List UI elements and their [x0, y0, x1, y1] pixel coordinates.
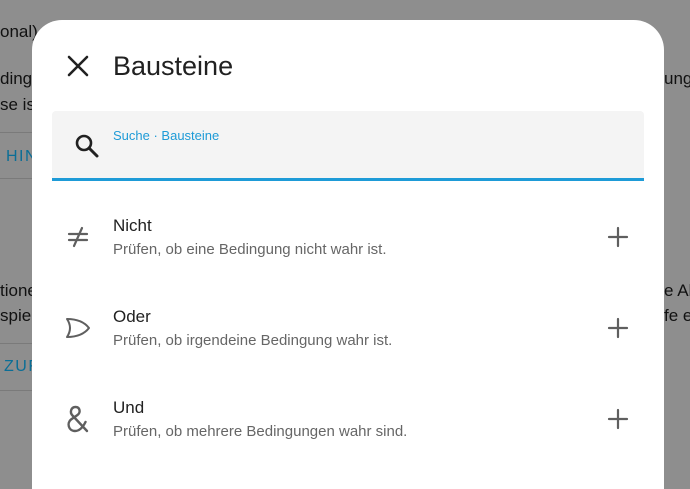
search-label: Suche · Bausteine — [113, 128, 220, 143]
plus-icon — [607, 226, 629, 248]
background-divider — [0, 178, 32, 179]
list-item-nicht[interactable]: Nicht Prüfen, ob eine Bedingung nicht wa… — [32, 191, 664, 282]
list-item-description: Prüfen, ob eine Bedingung nicht wahr ist… — [113, 241, 387, 258]
building-block-list: Nicht Prüfen, ob eine Bedingung nicht wa… — [32, 191, 664, 464]
add-button[interactable] — [604, 314, 632, 342]
background-text: fe e — [664, 306, 690, 325]
search-input[interactable] — [112, 145, 622, 171]
list-item-description: Prüfen, ob mehrere Bedingungen wahr sind… — [113, 423, 408, 440]
add-button[interactable] — [604, 223, 632, 251]
plus-icon — [607, 317, 629, 339]
ampersand-icon — [64, 405, 92, 433]
list-item-oder[interactable]: Oder Prüfen, ob irgendeine Bedingung wah… — [32, 282, 664, 373]
search-icon — [75, 134, 99, 158]
dialog-title: Bausteine — [113, 51, 234, 81]
search-field[interactable]: Suche · Bausteine — [52, 111, 644, 181]
add-button[interactable] — [604, 405, 632, 433]
building-blocks-dialog: Bausteine Suche · Bausteine Nicht Prüfen… — [32, 20, 664, 489]
dialog-header: Bausteine — [32, 20, 664, 110]
list-item-und[interactable]: Und Prüfen, ob mehrere Bedingungen wahr … — [32, 373, 664, 464]
background-text: e Ak — [664, 281, 690, 300]
background-divider — [0, 390, 32, 391]
list-item-title: Oder — [113, 307, 151, 326]
list-item-title: Und — [113, 398, 145, 417]
background-divider — [0, 343, 32, 344]
background-text: ung — [664, 69, 690, 88]
not-equal-icon — [64, 223, 92, 251]
list-item-description: Prüfen, ob irgendeine Bedingung wahr ist… — [113, 332, 393, 349]
background-text: spiel — [0, 306, 35, 325]
close-icon — [67, 55, 89, 77]
plus-icon — [607, 408, 629, 430]
close-button[interactable] — [62, 50, 94, 82]
list-item-title: Nicht — [113, 216, 152, 235]
or-gate-icon — [64, 314, 92, 342]
background-divider — [0, 132, 32, 133]
